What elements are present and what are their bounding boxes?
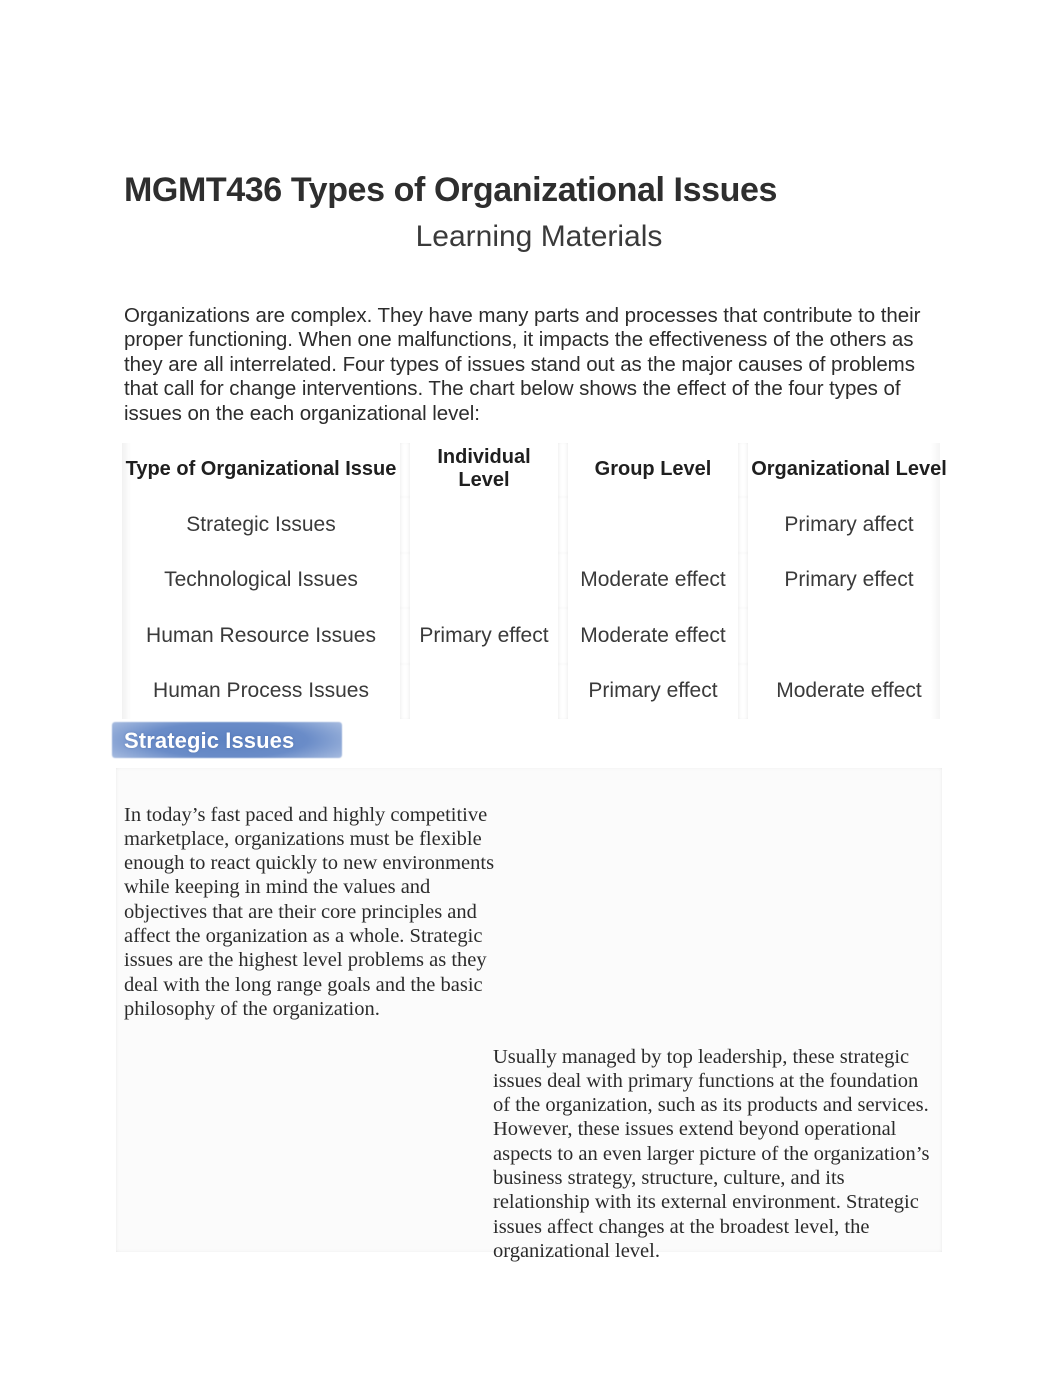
cell-issue-type: Strategic Issues — [122, 497, 400, 553]
column-seam — [400, 663, 410, 719]
column-seam — [738, 663, 748, 719]
column-seam — [738, 608, 748, 664]
cell-issue-type: Human Resource Issues — [122, 608, 400, 664]
column-seam — [738, 443, 748, 497]
column-seam — [400, 552, 410, 608]
column-seam — [558, 497, 568, 553]
table-header-organizational-level: Organizational Level — [748, 443, 950, 497]
cell-organizational-level — [748, 608, 950, 664]
column-seam — [738, 552, 748, 608]
cell-individual-level: Primary effect — [410, 608, 558, 664]
column-seam — [400, 608, 410, 664]
cell-organizational-level: Primary affect — [748, 497, 950, 553]
column-seam — [558, 443, 568, 497]
page-subtitle: Learning Materials — [415, 220, 663, 253]
cell-individual-level — [410, 497, 558, 553]
column-seam — [558, 663, 568, 719]
cell-group-level: Primary effect — [568, 663, 738, 719]
page-title: MGMT436 Types of Organizational Issues — [124, 170, 777, 209]
document-page: MGMT436 Types of Organizational Issues L… — [0, 0, 1062, 1377]
cell-organizational-level: Primary effect — [748, 552, 950, 608]
column-seam — [558, 608, 568, 664]
table-row: Human Process Issues Primary effect Mode… — [122, 663, 950, 719]
table-header-group-level: Group Level — [568, 443, 738, 497]
cell-group-level: Moderate effect — [568, 552, 738, 608]
table-row: Human Resource Issues Primary effect Mod… — [122, 608, 950, 664]
table-row: Strategic Issues Primary affect — [122, 497, 950, 553]
intro-paragraph: Organizations are complex. They have man… — [124, 303, 921, 425]
column-seam — [738, 497, 748, 553]
cell-organizational-level: Moderate effect — [748, 663, 950, 719]
strategic-issues-paragraph-right: Usually managed by top leadership, these… — [493, 1045, 930, 1262]
cell-group-level — [568, 497, 738, 553]
table-header-row: Type of Organizational Issue Individual … — [122, 443, 950, 497]
cell-individual-level — [410, 663, 558, 719]
cell-issue-type: Technological Issues — [122, 552, 400, 608]
table-header-issue-type: Type of Organizational Issue — [122, 443, 400, 497]
column-seam — [558, 552, 568, 608]
table-row: Technological Issues Moderate effect Pri… — [122, 552, 950, 608]
section-heading-label: Strategic Issues — [124, 728, 295, 753]
column-seam — [400, 443, 410, 497]
cell-individual-level — [410, 552, 558, 608]
organizational-issues-table: Type of Organizational Issue Individual … — [122, 443, 950, 719]
table-header-individual-level: Individual Level — [410, 443, 558, 497]
cell-group-level: Moderate effect — [568, 608, 738, 664]
column-seam — [400, 497, 410, 553]
strategic-issues-paragraph-left: In today’s fast paced and highly competi… — [124, 803, 495, 1020]
cell-issue-type: Human Process Issues — [122, 663, 400, 719]
section-heading-strategic-issues: Strategic Issues — [112, 722, 342, 758]
